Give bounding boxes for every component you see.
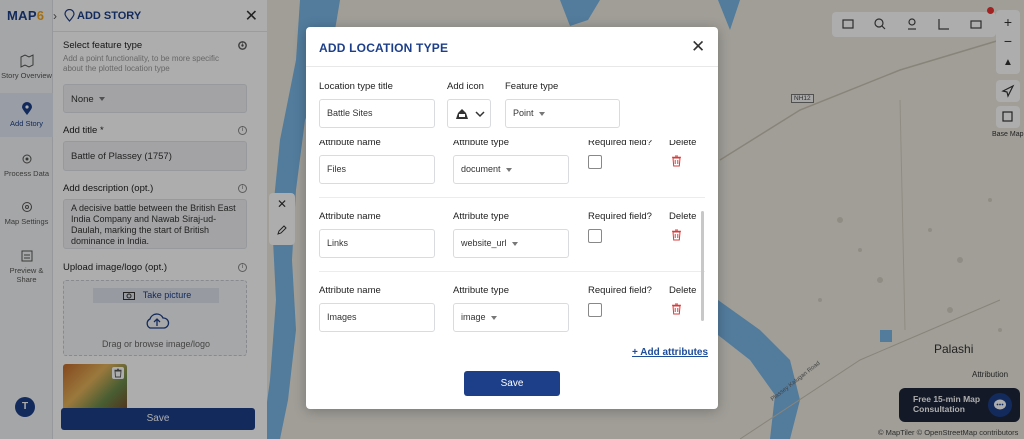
required-checkbox[interactable] [588, 303, 602, 317]
required-label: Required field? [588, 140, 652, 148]
required-label: Required field? [588, 285, 652, 296]
attribute-name-input[interactable]: Files [319, 155, 435, 184]
required-checkbox[interactable] [588, 229, 602, 243]
trash-icon[interactable] [671, 303, 682, 315]
attribute-name-label: Attribute name [319, 285, 381, 296]
caret-down-icon [538, 111, 545, 116]
add-icon-label: Add icon [447, 81, 484, 92]
attribute-type-label: Attribute type [453, 285, 509, 296]
required-label: Required field? [588, 211, 652, 222]
modal-header: ADD LOCATION TYPE ✕ [306, 27, 718, 67]
feature-type-select[interactable]: Point [505, 99, 620, 128]
save-location-type-button[interactable]: Save [464, 371, 560, 396]
attributes-list[interactable]: Attribute name Attribute type Required f… [306, 140, 718, 334]
attribute-type-select[interactable]: website_url [453, 229, 569, 258]
attribute-type-label: Attribute type [453, 140, 509, 148]
caret-down-icon [490, 315, 497, 320]
delete-label: Delete [669, 285, 697, 296]
modal-title: ADD LOCATION TYPE [319, 41, 449, 55]
close-icon[interactable]: ✕ [691, 37, 705, 57]
divider [319, 197, 705, 198]
attribute-type-label: Attribute type [453, 211, 509, 222]
trash-icon[interactable] [671, 229, 682, 241]
add-attributes-link[interactable]: + Add attributes [632, 347, 708, 358]
caret-down-icon [505, 167, 512, 172]
caret-down-icon [511, 241, 518, 246]
attribute-name-label: Attribute name [319, 140, 381, 148]
feature-type-label: Feature type [505, 81, 559, 92]
monument-icon [456, 109, 485, 119]
attribute-name-input[interactable]: Images [319, 303, 435, 332]
add-location-type-modal: ADD LOCATION TYPE ✕ Location type title … [306, 27, 718, 409]
attribute-name-input[interactable]: Links [319, 229, 435, 258]
delete-label: Delete [669, 211, 697, 222]
location-type-title-label: Location type title [319, 81, 393, 92]
attributes-scrollbar[interactable] [701, 211, 704, 321]
required-checkbox[interactable] [588, 155, 602, 169]
delete-label: Delete [669, 140, 697, 148]
attribute-type-select[interactable]: image [453, 303, 569, 332]
attribute-type-select[interactable]: document [453, 155, 569, 184]
divider [319, 271, 705, 272]
location-type-title-input[interactable]: Battle Sites [319, 99, 435, 128]
icon-picker[interactable] [447, 99, 491, 128]
trash-icon[interactable] [671, 155, 682, 167]
attribute-name-label: Attribute name [319, 211, 381, 222]
